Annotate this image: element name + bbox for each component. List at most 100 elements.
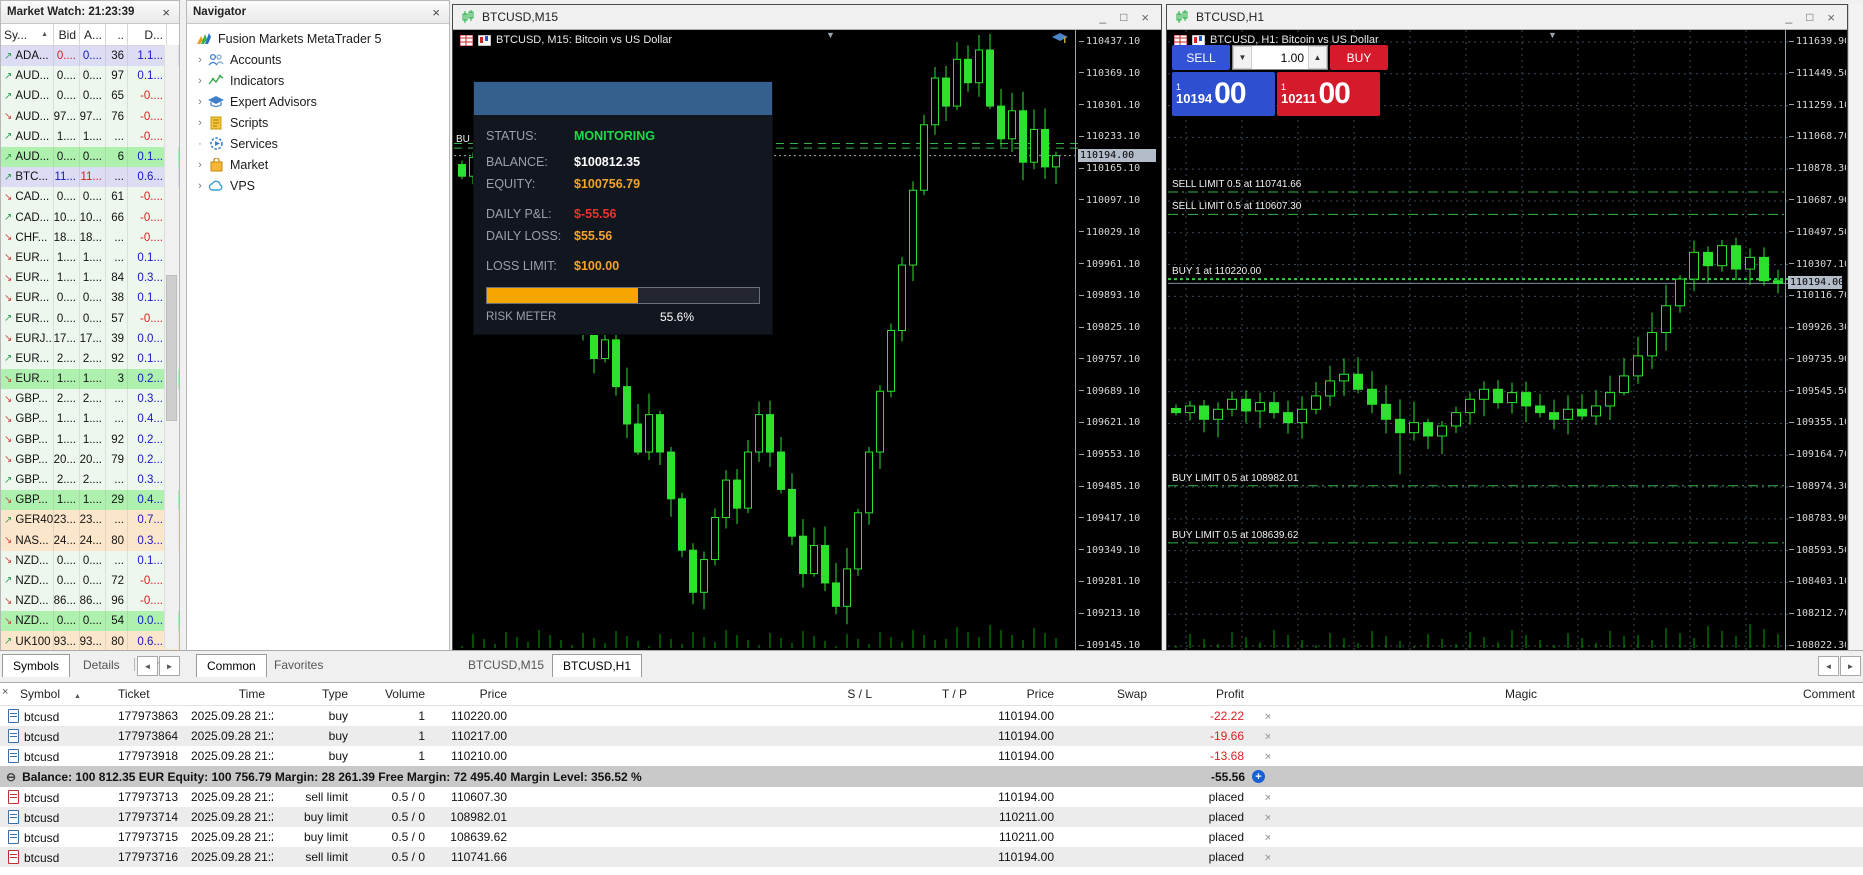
market-watch-row[interactable]: ↘ GBP... 2.... 2....... 0.3... (1, 389, 179, 410)
collapse-minus-icon[interactable]: ⊖ (6, 770, 16, 784)
market-watch-row[interactable]: ↘ NZD... 0.... 0.... 54 0.0... (1, 611, 179, 632)
column-header-swap[interactable]: Swap (1062, 687, 1155, 701)
market-watch-row[interactable]: ↘ EUR... 1.... 1.... 84 0.3... (1, 268, 179, 289)
chart-window-h1-titlebar[interactable]: BTCUSD,H1 _ □ × (1167, 5, 1847, 30)
close-icon[interactable]: × (1141, 10, 1149, 25)
m15-price-scale[interactable]: 110437.10 110369.10 110301.10 110233.10 1101… (1075, 30, 1160, 650)
market-watch-row[interactable]: ↗ AUD... 0.... 0.... 65 -0.... (1, 86, 179, 107)
market-watch-row[interactable]: ↘ CAD... 0.... 0.... 61 -0.... (1, 187, 179, 208)
maximize-icon[interactable]: □ (1806, 10, 1813, 25)
market-watch-row[interactable]: ↗ GER40 23... 23...... 0.7... (1, 510, 179, 531)
market-watch-scrollbar[interactable] (164, 45, 178, 649)
maximize-icon[interactable]: □ (1120, 10, 1127, 25)
column-header[interactable]: Bid (54, 24, 80, 45)
close-position-icon[interactable]: ✕ (1252, 830, 1270, 844)
market-watch-row[interactable]: ↘ AUD... 97... 97... 76 -0.... (1, 106, 179, 127)
balance-summary-row[interactable]: ⊖ Balance: 100 812.35 EUR Equity: 100 756… (0, 766, 1863, 787)
minimize-icon[interactable]: _ (1099, 10, 1106, 25)
navigator-item-accounts[interactable]: › Accounts (187, 49, 449, 70)
close-position-icon[interactable]: ✕ (1252, 709, 1270, 723)
sell-button[interactable]: SELL (1172, 45, 1230, 70)
market-watch-row[interactable]: ↘ CHF... 18... 18...... -0.... (1, 227, 179, 248)
navigator-item-scripts[interactable]: › Scripts (187, 112, 449, 133)
market-watch-row[interactable]: ↗ BTC... 11... 11...... 0.6... (1, 167, 179, 188)
volume-down-icon[interactable]: ▼ (1233, 46, 1252, 69)
volume-up-icon[interactable]: ▲ (1308, 46, 1327, 69)
close-position-icon[interactable]: ✕ (1252, 850, 1270, 864)
column-header-magic[interactable]: Magic (1270, 687, 1545, 701)
market-watch-row[interactable]: ↗ AUD... 0.... 0.... 6 0.1... (1, 146, 179, 168)
expand-chevron-icon[interactable]: › (193, 117, 207, 129)
panel-tab-common[interactable]: Common (196, 654, 267, 677)
column-header-time[interactable]: Time (183, 687, 273, 701)
minimize-icon[interactable]: _ (1785, 10, 1792, 25)
column-header-volume[interactable]: Volume (356, 687, 433, 701)
market-watch-row[interactable]: ↘ GBP... 1.... 1....... 0.4... (1, 409, 179, 430)
expand-chevron-icon[interactable]: › (193, 96, 207, 108)
market-watch-row[interactable]: ↗ NZD... 0.... 0.... 72 -0.... (1, 570, 179, 592)
chart-m15-canvas[interactable]: BTCUSD, M15: Bitcoin vs US Dollar ▼ BU 1… (454, 30, 1160, 650)
expand-chevron-icon[interactable]: › (193, 54, 207, 66)
position-row[interactable]: btcusd 177973863 2025.09.28 21:21:56 buy 1 11… (0, 706, 1863, 726)
column-header-type[interactable]: Type (273, 687, 356, 701)
expand-plus-icon[interactable]: + (1252, 770, 1265, 783)
market-watch-row[interactable]: ↘ GBP... 1.... 1.... 29 0.4... (1, 490, 179, 511)
navigator-item-vps[interactable]: › VPS (187, 175, 449, 196)
close-position-icon[interactable]: ✕ (1252, 729, 1270, 743)
market-watch-row[interactable]: ↘ EUR... 0.... 0.... 38 0.1... (1, 288, 179, 309)
market-watch-header[interactable]: Sy... ▲ Bid A..... D... (1, 24, 179, 46)
toolbox-header-row[interactable]: Symbol ▲ Ticket Time Type Volume Price S / LT /… (0, 683, 1863, 706)
market-watch-row[interactable]: ↘ EUR... 1.... 1.... 3 0.2... (1, 369, 179, 390)
column-header-tp[interactable]: T / P (880, 687, 975, 701)
market-watch-row[interactable]: ↘ NZD... 86... 86... 96 -0.... (1, 591, 179, 612)
order-row[interactable]: btcusd 177973714 2025.09.28 21:20:42 buy li… (0, 807, 1863, 827)
position-row[interactable]: btcusd 177973918 2025.09.28 21:23:36 buy 1 11… (0, 746, 1863, 766)
chart-h1-canvas[interactable]: BTCUSD, H1: Bitcoin vs US Dollar ▼ 11163… (1168, 30, 1846, 650)
position-row[interactable]: btcusd 177973864 2025.09.28 21:21:58 buy 1 11… (0, 726, 1863, 746)
market-watch-row[interactable]: ↗ ADA... 0.... 0.... 36 1.1... (1, 46, 179, 67)
column-header[interactable]: A... (80, 24, 106, 45)
volume-value[interactable]: 1.00 (1252, 46, 1308, 69)
panel-tab-details[interactable]: Details (73, 654, 130, 676)
scroll-left-icon[interactable]: ◄ (1818, 656, 1839, 676)
navigator-item-market[interactable]: › Market (187, 154, 449, 175)
scroll-left-icon[interactable]: ◄ (137, 656, 158, 676)
market-watch-row[interactable]: ↘ GBP... 20... 20... 79 0.2... (1, 449, 179, 470)
column-header[interactable]: .. (106, 24, 128, 45)
scroll-right-icon[interactable]: ► (1840, 656, 1861, 676)
column-header[interactable]: Sy... ▲ (1, 24, 54, 45)
panel-tab-favorites[interactable]: Favorites (264, 654, 333, 676)
market-watch-row[interactable]: ↘ GBP... 1.... 1.... 92 0.2... (1, 429, 179, 450)
scroll-right-icon[interactable]: ► (159, 656, 180, 676)
market-watch-row[interactable]: ↘ EURJ... 17... 17... 39 0.0... (1, 328, 179, 349)
market-watch-row[interactable]: ↗ CAD... 10... 10... 66 -0.... (1, 207, 179, 228)
close-icon[interactable]: × (159, 5, 173, 20)
market-watch-row[interactable]: ↗ GBP... 2.... 2....... 0.3... (1, 469, 179, 491)
close-position-icon[interactable]: ✕ (1252, 749, 1270, 763)
close-icon[interactable]: × (2, 686, 8, 698)
column-header-price[interactable]: Price (975, 687, 1062, 701)
column-header-symbol[interactable]: Symbol ▲ (0, 687, 110, 701)
column-header-ticket[interactable]: Ticket (110, 687, 183, 701)
market-watch-row[interactable]: ↘ NAS... 24... 24... 80 0.3... (1, 530, 179, 551)
panel-tab-symbols[interactable]: Symbols (2, 654, 71, 677)
expand-chevron-icon[interactable]: › (193, 75, 207, 87)
close-position-icon[interactable]: ✕ (1252, 810, 1270, 824)
close-position-icon[interactable]: ✕ (1252, 790, 1270, 804)
chart-tab-btcusd-m15[interactable]: BTCUSD,M15 (458, 654, 554, 676)
order-row[interactable]: btcusd 177973713 2025.09.28 21:20:40 sell l… (0, 787, 1863, 807)
market-watch-row[interactable]: ↘ EUR... 1.... 1....... 0.1... (1, 247, 179, 269)
h1-price-scale[interactable]: 111639.90 111449.50 111259.10 111068.70 1108… (1785, 30, 1846, 650)
market-watch-row[interactable]: ↗ EUR... 2.... 2.... 92 0.1... (1, 348, 179, 369)
close-icon[interactable]: × (1827, 10, 1835, 25)
navigator-item-indicators[interactable]: › Indicators (187, 70, 449, 91)
column-header-sl[interactable]: S / L (515, 687, 880, 701)
order-row[interactable]: btcusd 177973715 2025.09.28 21:20:46 buy li… (0, 827, 1863, 847)
market-watch-row[interactable]: ↗ EUR... 0.... 0.... 57 -0.... (1, 308, 179, 329)
buy-button[interactable]: BUY (1330, 45, 1388, 70)
market-watch-row[interactable]: ↗ UK100 93... 93... 80 0.6... (1, 631, 179, 652)
scrollbar-thumb[interactable] (166, 274, 177, 422)
bid-quote[interactable]: 1 10194 00 (1172, 72, 1275, 116)
market-watch-row[interactable]: ↘ NZD... 0.... 0....... 0.1... (1, 550, 179, 571)
navigator-item-services[interactable]: · Services (187, 133, 449, 154)
